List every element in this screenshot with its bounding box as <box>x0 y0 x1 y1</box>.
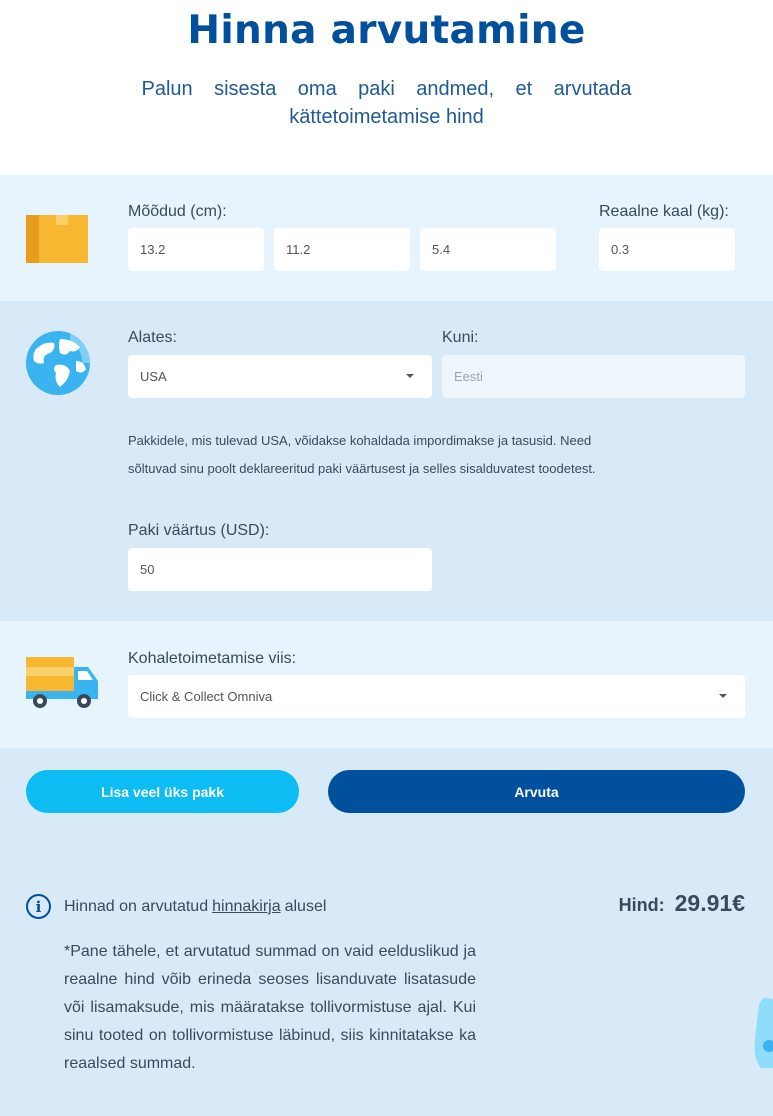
package-value-label: Paki väärtus (USD): <box>128 522 270 539</box>
price-value: 29.91€ <box>674 890 745 916</box>
height-input[interactable]: 5.4 <box>420 228 556 271</box>
from-label: Alates: <box>128 329 177 346</box>
price-display: Hind: 29.91€ <box>619 890 745 917</box>
delivery-select-value: Click & Collect Omniva <box>140 689 273 704</box>
chevron-down-icon <box>719 694 727 698</box>
chevron-down-icon <box>406 374 414 378</box>
info-icon: i <box>26 894 51 919</box>
route-section: Alates: USA Kuni: Eesti Pakkidele, mis t… <box>0 301 773 621</box>
chat-bubble-icon[interactable] <box>753 998 773 1068</box>
price-label: Hind: <box>618 895 665 915</box>
globe-icon <box>26 331 90 395</box>
calculate-button[interactable]: Arvuta <box>328 770 745 813</box>
package-value-input[interactable]: 50 <box>128 548 432 591</box>
dimensions-label: Mõõdud (cm): <box>128 203 227 220</box>
to-label: Kuni: <box>442 329 479 346</box>
to-field: Eesti <box>442 355 745 398</box>
page-title: Hinna arvutamine <box>187 8 586 53</box>
dimensions-section: Mõõdud (cm): 13.2 11.2 5.4 Reaalne kaal … <box>0 175 773 301</box>
header: Hinna arvutamine Palun sisesta oma paki … <box>0 0 773 175</box>
weight-input[interactable]: 0.3 <box>599 228 735 271</box>
info-text-before: Hinnad on arvutatud <box>64 897 209 915</box>
box-icon <box>26 215 88 263</box>
pricelist-link[interactable]: hinnakirja <box>212 898 280 916</box>
page-subtitle: Palun sisesta oma paki andmed, et arvuta… <box>141 78 632 128</box>
from-select[interactable]: USA <box>128 355 432 398</box>
from-select-value: USA <box>140 369 167 384</box>
pricelist-info: i Hinnad on arvutatud hinnakirja alusel <box>26 894 326 919</box>
truck-icon <box>26 657 98 708</box>
add-package-button[interactable]: Lisa veel üks pakk <box>26 770 299 813</box>
import-note: Pakkidele, mis tulevad USA, võidakse koh… <box>128 433 596 476</box>
weight-label: Reaalne kaal (kg): <box>599 203 729 220</box>
delivery-section: Kohaletoimetamise viis: Click & Collect … <box>0 621 773 748</box>
delivery-label: Kohaletoimetamise viis: <box>128 650 297 667</box>
info-text-after: alusel <box>284 897 327 915</box>
width-input[interactable]: 11.2 <box>274 228 410 271</box>
result-section: Lisa veel üks pakk Arvuta i Hinnad on ar… <box>0 748 773 1116</box>
delivery-select[interactable]: Click & Collect Omniva <box>128 675 745 718</box>
disclaimer-text: *Pane tähele, et arvutatud summad on vai… <box>64 943 476 1072</box>
length-input[interactable]: 13.2 <box>128 228 264 271</box>
